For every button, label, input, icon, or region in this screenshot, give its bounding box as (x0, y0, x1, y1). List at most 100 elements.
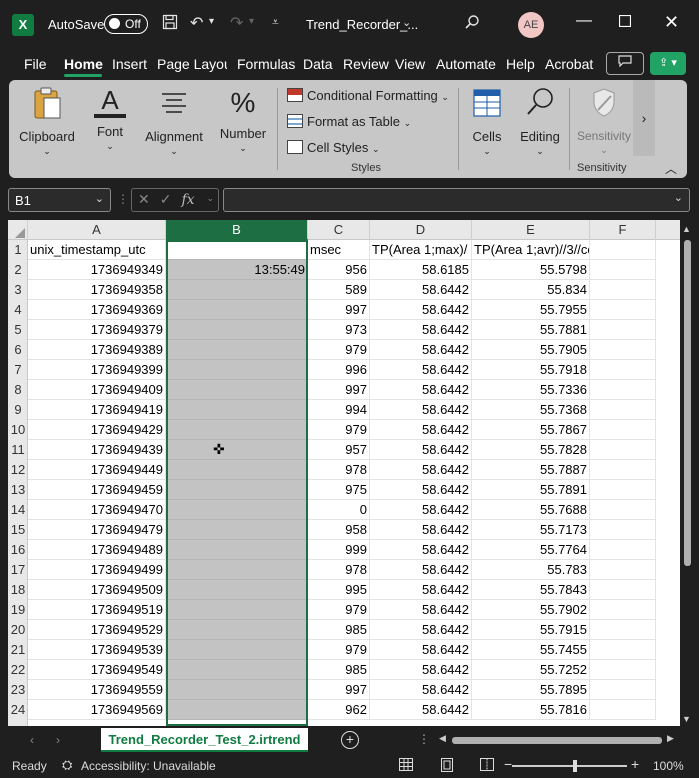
row-header[interactable]: 6 (8, 340, 28, 360)
cell-b[interactable] (166, 660, 308, 680)
cell-f[interactable] (590, 480, 656, 500)
cell-a[interactable]: 1736949419 (28, 400, 166, 420)
formula-bar-grip-icon[interactable]: ⋮ (117, 192, 129, 206)
cell-b[interactable]: 13:55:49 (166, 260, 308, 280)
cell-d[interactable]: 58.6442 (370, 480, 472, 500)
cell-b[interactable] (166, 520, 308, 540)
cell-a[interactable]: 1736949499 (28, 560, 166, 580)
cell-d[interactable]: 58.6442 (370, 500, 472, 520)
cell-b[interactable] (166, 580, 308, 600)
cell-d[interactable]: 58.6442 (370, 560, 472, 580)
cell-e[interactable]: 55.7252 (472, 660, 590, 680)
cell-d[interactable]: 58.6442 (370, 440, 472, 460)
cell-f[interactable] (590, 420, 656, 440)
cell-a[interactable]: 1736949470 (28, 500, 166, 520)
cell-f[interactable] (590, 580, 656, 600)
cell-f[interactable] (590, 380, 656, 400)
cell-d[interactable]: 58.6442 (370, 640, 472, 660)
cell-a[interactable]: 1736949509 (28, 580, 166, 600)
sensitivity-button[interactable]: Sensitivity ⌄ (573, 86, 635, 156)
tab-automate[interactable]: Automate (436, 56, 496, 72)
cell-c[interactable]: 957 (308, 440, 370, 460)
page-layout-view-icon[interactable] (441, 758, 453, 775)
cell-c[interactable]: 978 (308, 460, 370, 480)
tab-split-handle-icon[interactable]: ⋮ (418, 732, 430, 746)
enter-icon[interactable]: ✓ (160, 191, 182, 207)
expand-formula-icon[interactable]: ⌄ (674, 191, 683, 204)
row-header[interactable]: 7 (8, 360, 28, 380)
cell-a[interactable]: 1736949539 (28, 640, 166, 660)
cell-f[interactable] (590, 600, 656, 620)
tab-acrobat[interactable]: Acrobat (545, 56, 593, 72)
minimize-icon[interactable]: — (576, 12, 592, 30)
cell-c[interactable]: 997 (308, 300, 370, 320)
header-cell-f[interactable] (590, 240, 656, 260)
cell-a[interactable]: 1736949389 (28, 340, 166, 360)
cell-e[interactable]: 55.7902 (472, 600, 590, 620)
format-as-table-button[interactable]: Format as Table ⌄ (287, 114, 411, 129)
row-header[interactable]: 5 (8, 320, 28, 340)
zoom-slider-thumb[interactable] (573, 760, 577, 772)
row-header[interactable]: 12 (8, 460, 28, 480)
cell-c[interactable]: 975 (308, 480, 370, 500)
cell-f[interactable] (590, 460, 656, 480)
row-header[interactable]: 23 (8, 680, 28, 700)
cell-e[interactable]: 55.7828 (472, 440, 590, 460)
row-header[interactable]: 20 (8, 620, 28, 640)
sheet-tab-active[interactable]: Trend_Recorder_Test_2.irtrend (101, 728, 308, 752)
spreadsheet-grid[interactable]: A B C D E F 1 unix_timestamp_utc msec TP(Ar… (8, 220, 680, 726)
scroll-down-icon[interactable]: ▼ (682, 714, 691, 724)
cell-e[interactable]: 55.7891 (472, 480, 590, 500)
clipboard-button[interactable]: Clipboard ⌄ (19, 86, 75, 157)
zoom-in-button[interactable]: + (631, 756, 639, 772)
row-header[interactable]: 3 (8, 280, 28, 300)
tab-formulas[interactable]: Formulas (237, 56, 295, 72)
cell-f[interactable] (590, 640, 656, 660)
zoom-out-button[interactable]: − (504, 756, 512, 772)
title-chevron-down-icon[interactable]: ⌄ (402, 16, 411, 29)
cell-c[interactable]: 997 (308, 380, 370, 400)
cell-b[interactable] (166, 600, 308, 620)
header-cell-a[interactable]: unix_timestamp_utc (28, 240, 166, 260)
cell-d[interactable]: 58.6442 (370, 700, 472, 720)
cell-b[interactable] (166, 620, 308, 640)
cell-e[interactable]: 55.783 (472, 560, 590, 580)
tab-help[interactable]: Help (506, 56, 535, 72)
row-header[interactable]: 19 (8, 600, 28, 620)
row-header[interactable]: 4 (8, 300, 28, 320)
row-header[interactable]: 9 (8, 400, 28, 420)
row-header[interactable]: 24 (8, 700, 28, 720)
cell-b[interactable] (166, 340, 308, 360)
ribbon-scroll-right-icon[interactable]: › (633, 80, 655, 156)
cell-e[interactable]: 55.7173 (472, 520, 590, 540)
page-break-view-icon[interactable] (480, 758, 494, 774)
avatar[interactable]: AE (518, 12, 544, 38)
number-button[interactable]: % Number ⌄ (215, 86, 271, 154)
conditional-formatting-button[interactable]: Conditional Formatting ⌄ (287, 88, 449, 103)
cell-a[interactable]: 1736949379 (28, 320, 166, 340)
row-header[interactable]: 15 (8, 520, 28, 540)
cell-e[interactable]: 55.7905 (472, 340, 590, 360)
column-header-a[interactable]: A (28, 220, 166, 240)
cell-e[interactable]: 55.7455 (472, 640, 590, 660)
cell-a[interactable]: 1736949559 (28, 680, 166, 700)
select-all-corner[interactable] (8, 220, 28, 240)
cell-d[interactable]: 58.6442 (370, 320, 472, 340)
cell-d[interactable]: 58.6442 (370, 280, 472, 300)
cell-d[interactable]: 58.6442 (370, 340, 472, 360)
header-cell-b[interactable] (166, 240, 308, 260)
cell-f[interactable] (590, 440, 656, 460)
cell-e[interactable]: 55.7887 (472, 460, 590, 480)
editing-button[interactable]: Editing ⌄ (517, 86, 563, 157)
cell-e[interactable]: 55.5798 (472, 260, 590, 280)
cell-c[interactable]: 589 (308, 280, 370, 300)
cell-f[interactable] (590, 520, 656, 540)
vertical-scroll-thumb[interactable] (684, 240, 691, 566)
cell-d[interactable]: 58.6442 (370, 660, 472, 680)
cell-f[interactable] (590, 280, 656, 300)
next-sheet-icon[interactable]: › (56, 733, 60, 747)
cell-f[interactable] (590, 360, 656, 380)
cell-a[interactable]: 1736949519 (28, 600, 166, 620)
cell-a[interactable]: 1736949409 (28, 380, 166, 400)
cell-b[interactable] (166, 700, 308, 720)
